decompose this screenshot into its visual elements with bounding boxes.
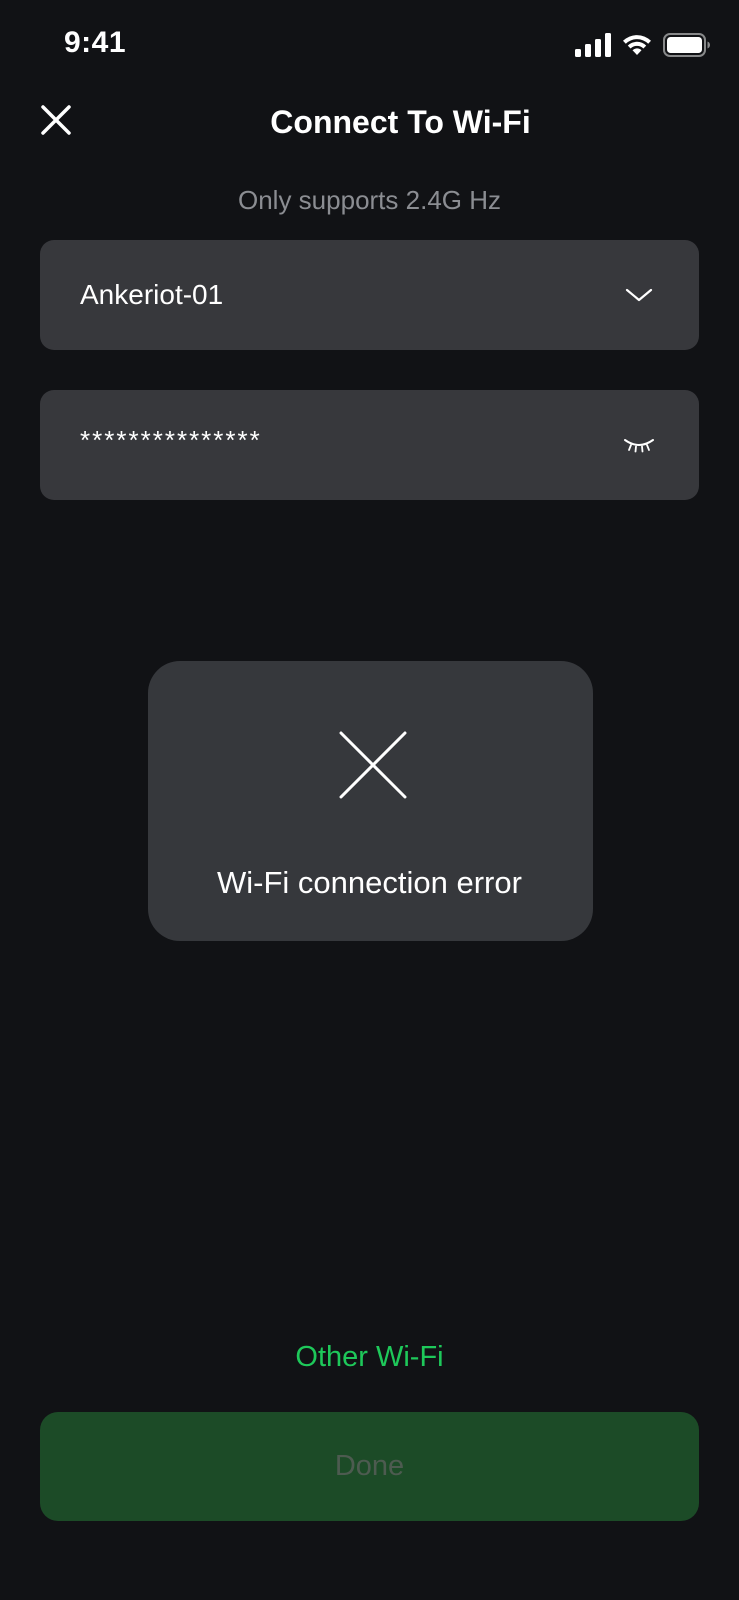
status-bar: 9:41 <box>0 0 739 90</box>
chevron-down-icon[interactable] <box>619 280 659 310</box>
error-message: Wi-Fi connection error <box>0 863 739 903</box>
page-title: Connect To Wi-Fi <box>270 104 531 140</box>
ssid-value: Ankeriot-01 <box>80 279 224 310</box>
ssid-select[interactable]: Ankeriot-01 <box>40 240 699 350</box>
password-field[interactable]: *************** <box>40 390 699 500</box>
eye-closed-icon[interactable] <box>619 430 659 460</box>
cellular-signal-icon <box>575 33 611 57</box>
error-x-icon <box>339 731 407 799</box>
wifi-connect-screen: 9:41 Connect To Wi-Fi Only supports 2.4G… <box>0 0 739 1600</box>
error-message-text: Wi-Fi connection error <box>217 865 522 900</box>
done-button[interactable]: Done <box>40 1412 699 1521</box>
password-value[interactable]: *************** <box>80 425 619 456</box>
wifi-icon <box>621 33 653 57</box>
status-icons <box>575 30 711 60</box>
status-time: 9:41 <box>64 26 127 59</box>
frequency-note: Only supports 2.4G Hz <box>238 185 501 215</box>
battery-icon <box>663 33 711 57</box>
other-wifi-link[interactable]: Other Wi-Fi <box>0 1338 739 1376</box>
